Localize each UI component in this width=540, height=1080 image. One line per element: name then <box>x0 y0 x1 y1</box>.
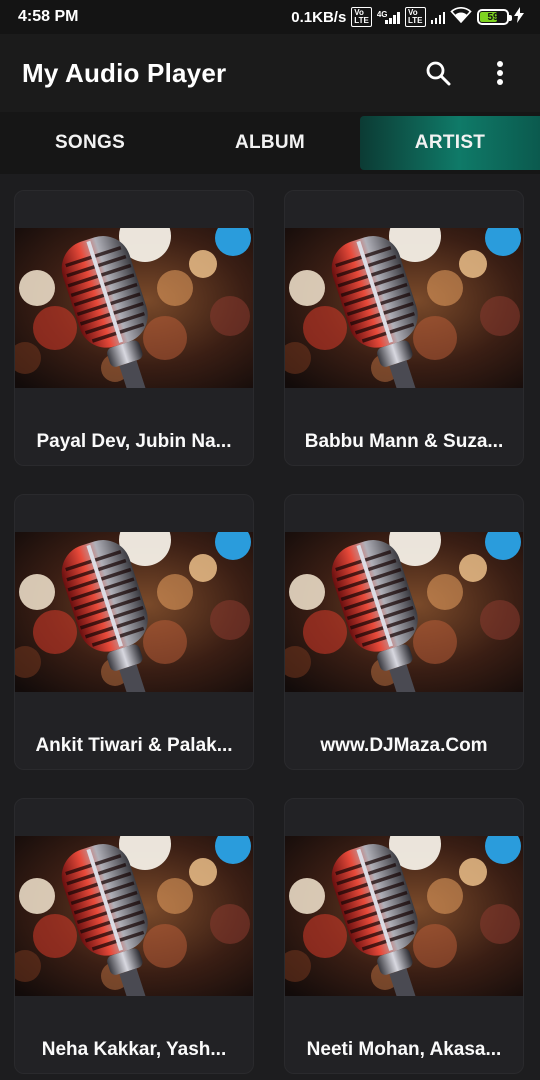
artist-name: www.DJMaza.Com <box>320 735 488 756</box>
artist-card[interactable]: Babbu Mann & Suza... <box>284 190 524 466</box>
artist-card[interactable]: Payal Dev, Jubin Na... <box>14 190 254 466</box>
artist-artwork <box>285 532 523 692</box>
signal-icon <box>430 11 445 24</box>
status-bar: 4:58 PM 0.1KB/s Vo LTE 4G Vo LTE 59 <box>0 0 540 34</box>
battery-icon: 59 <box>477 9 512 25</box>
artist-name: Babbu Mann & Suza... <box>304 431 504 452</box>
artist-artwork <box>285 228 523 388</box>
artist-card[interactable]: Neha Kakkar, Yash... <box>14 798 254 1074</box>
volte-icon: Vo LTE <box>351 7 372 27</box>
artist-name: Neeti Mohan, Akasa... <box>306 1039 502 1060</box>
artist-artwork <box>285 836 523 996</box>
artist-card[interactable]: Ankit Tiwari & Palak... <box>14 494 254 770</box>
signal-4g-icon: 4G <box>377 10 400 24</box>
volte-icon-2: Vo LTE <box>404 7 426 27</box>
artist-grid: Payal Dev, Jubin Na... Babbu Mann & Suza… <box>0 174 540 1080</box>
tab-artist[interactable]: ARTIST <box>360 116 540 170</box>
more-vert-icon[interactable] <box>482 55 518 91</box>
artist-name: Neha Kakkar, Yash... <box>41 1039 227 1060</box>
tab-album[interactable]: ALBUM <box>180 112 360 174</box>
app-actions <box>420 55 518 91</box>
wifi-icon <box>450 7 472 27</box>
artist-name: Ankit Tiwari & Palak... <box>35 735 233 756</box>
network-speed: 0.1KB/s <box>291 8 347 26</box>
status-time: 4:58 PM <box>18 8 79 25</box>
tab-bar: SONGS ALBUM ARTIST <box>0 112 540 174</box>
status-indicators: 0.1KB/s Vo LTE 4G Vo LTE 59 <box>291 7 524 27</box>
charging-icon <box>514 7 524 27</box>
app-title: My Audio Player <box>22 57 227 88</box>
artist-artwork <box>15 532 253 692</box>
tab-songs[interactable]: SONGS <box>0 112 180 174</box>
artist-name: Payal Dev, Jubin Na... <box>36 431 232 452</box>
artist-artwork <box>15 836 253 996</box>
app-bar: My Audio Player <box>0 34 540 112</box>
search-icon[interactable] <box>420 55 456 91</box>
artist-card[interactable]: www.DJMaza.Com <box>284 494 524 770</box>
artist-card[interactable]: Neeti Mohan, Akasa... <box>284 798 524 1074</box>
artist-artwork <box>15 228 253 388</box>
